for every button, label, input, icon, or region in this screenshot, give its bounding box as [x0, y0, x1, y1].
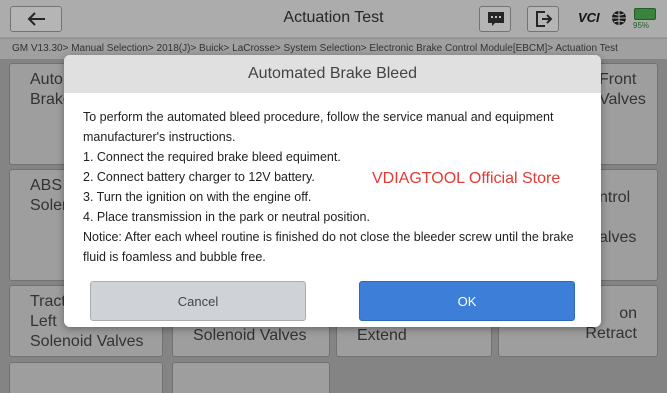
dialog-title: Automated Brake Bleed: [64, 55, 601, 93]
dialog-line: To perform the automated bleed procedure…: [83, 110, 554, 144]
dialog-line: 3. Turn the ignition on with the engine …: [83, 190, 312, 204]
ok-button[interactable]: OK: [359, 281, 575, 321]
dialog-line: Notice: After each wheel routine is fini…: [83, 230, 574, 264]
automated-brake-bleed-dialog: Automated Brake Bleed To perform the aut…: [64, 55, 601, 327]
dialog-line: 4. Place transmission in the park or neu…: [83, 210, 370, 224]
dialog-line: 1. Connect the required brake bleed equi…: [83, 150, 341, 164]
cancel-button[interactable]: Cancel: [90, 281, 306, 321]
watermark-text: VDIAGTOOL Official Store: [372, 170, 561, 187]
